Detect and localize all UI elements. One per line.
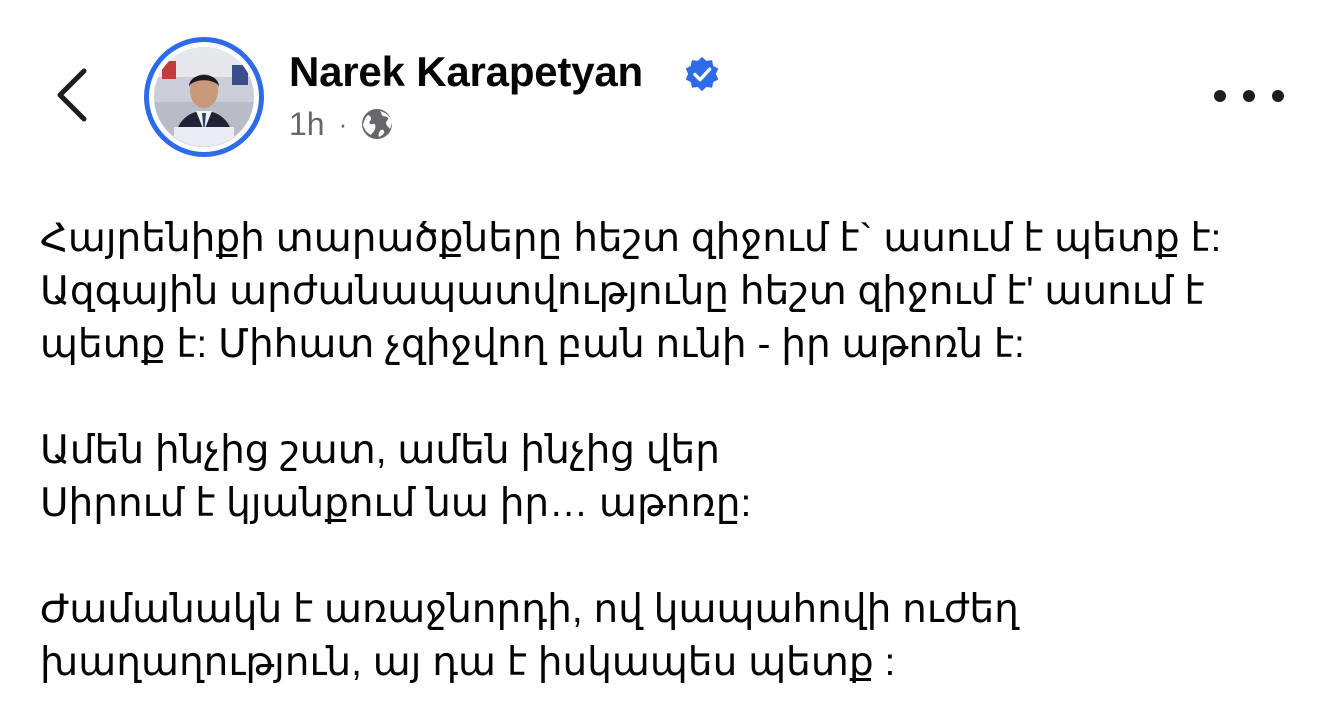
author-avatar[interactable]: [144, 37, 264, 157]
post-timestamp[interactable]: 1h: [289, 106, 325, 143]
post-text: Հայրենիքի տարածքները հեշտ զիջում է` ասու…: [40, 212, 1300, 689]
more-horizontal-icon-dot: [1214, 90, 1226, 102]
meta-separator: ·: [338, 108, 348, 139]
chevron-left-icon: [57, 68, 87, 122]
post-meta: 1h ·: [289, 104, 395, 144]
more-horizontal-icon-dot: [1243, 90, 1255, 102]
avatar-photo: [154, 47, 254, 147]
back-button[interactable]: [44, 62, 100, 128]
more-options-button[interactable]: [1214, 78, 1284, 114]
more-horizontal-icon-dot: [1272, 90, 1284, 102]
post-paragraph: Ամեն ինչից շատ, ամեն ինչից վեր Սիրում է …: [40, 429, 752, 525]
post-paragraph: Ժամանակն է առաջնորդի, ով կապահովի ուժեղ …: [40, 588, 1019, 684]
globe-icon[interactable]: [359, 106, 395, 142]
author-name[interactable]: Narek Karapetyan: [289, 46, 643, 98]
post-paragraph: Հայրենիքի տարածքները հեշտ զիջում է` ասու…: [40, 217, 1222, 366]
verified-badge-icon: [685, 56, 719, 92]
